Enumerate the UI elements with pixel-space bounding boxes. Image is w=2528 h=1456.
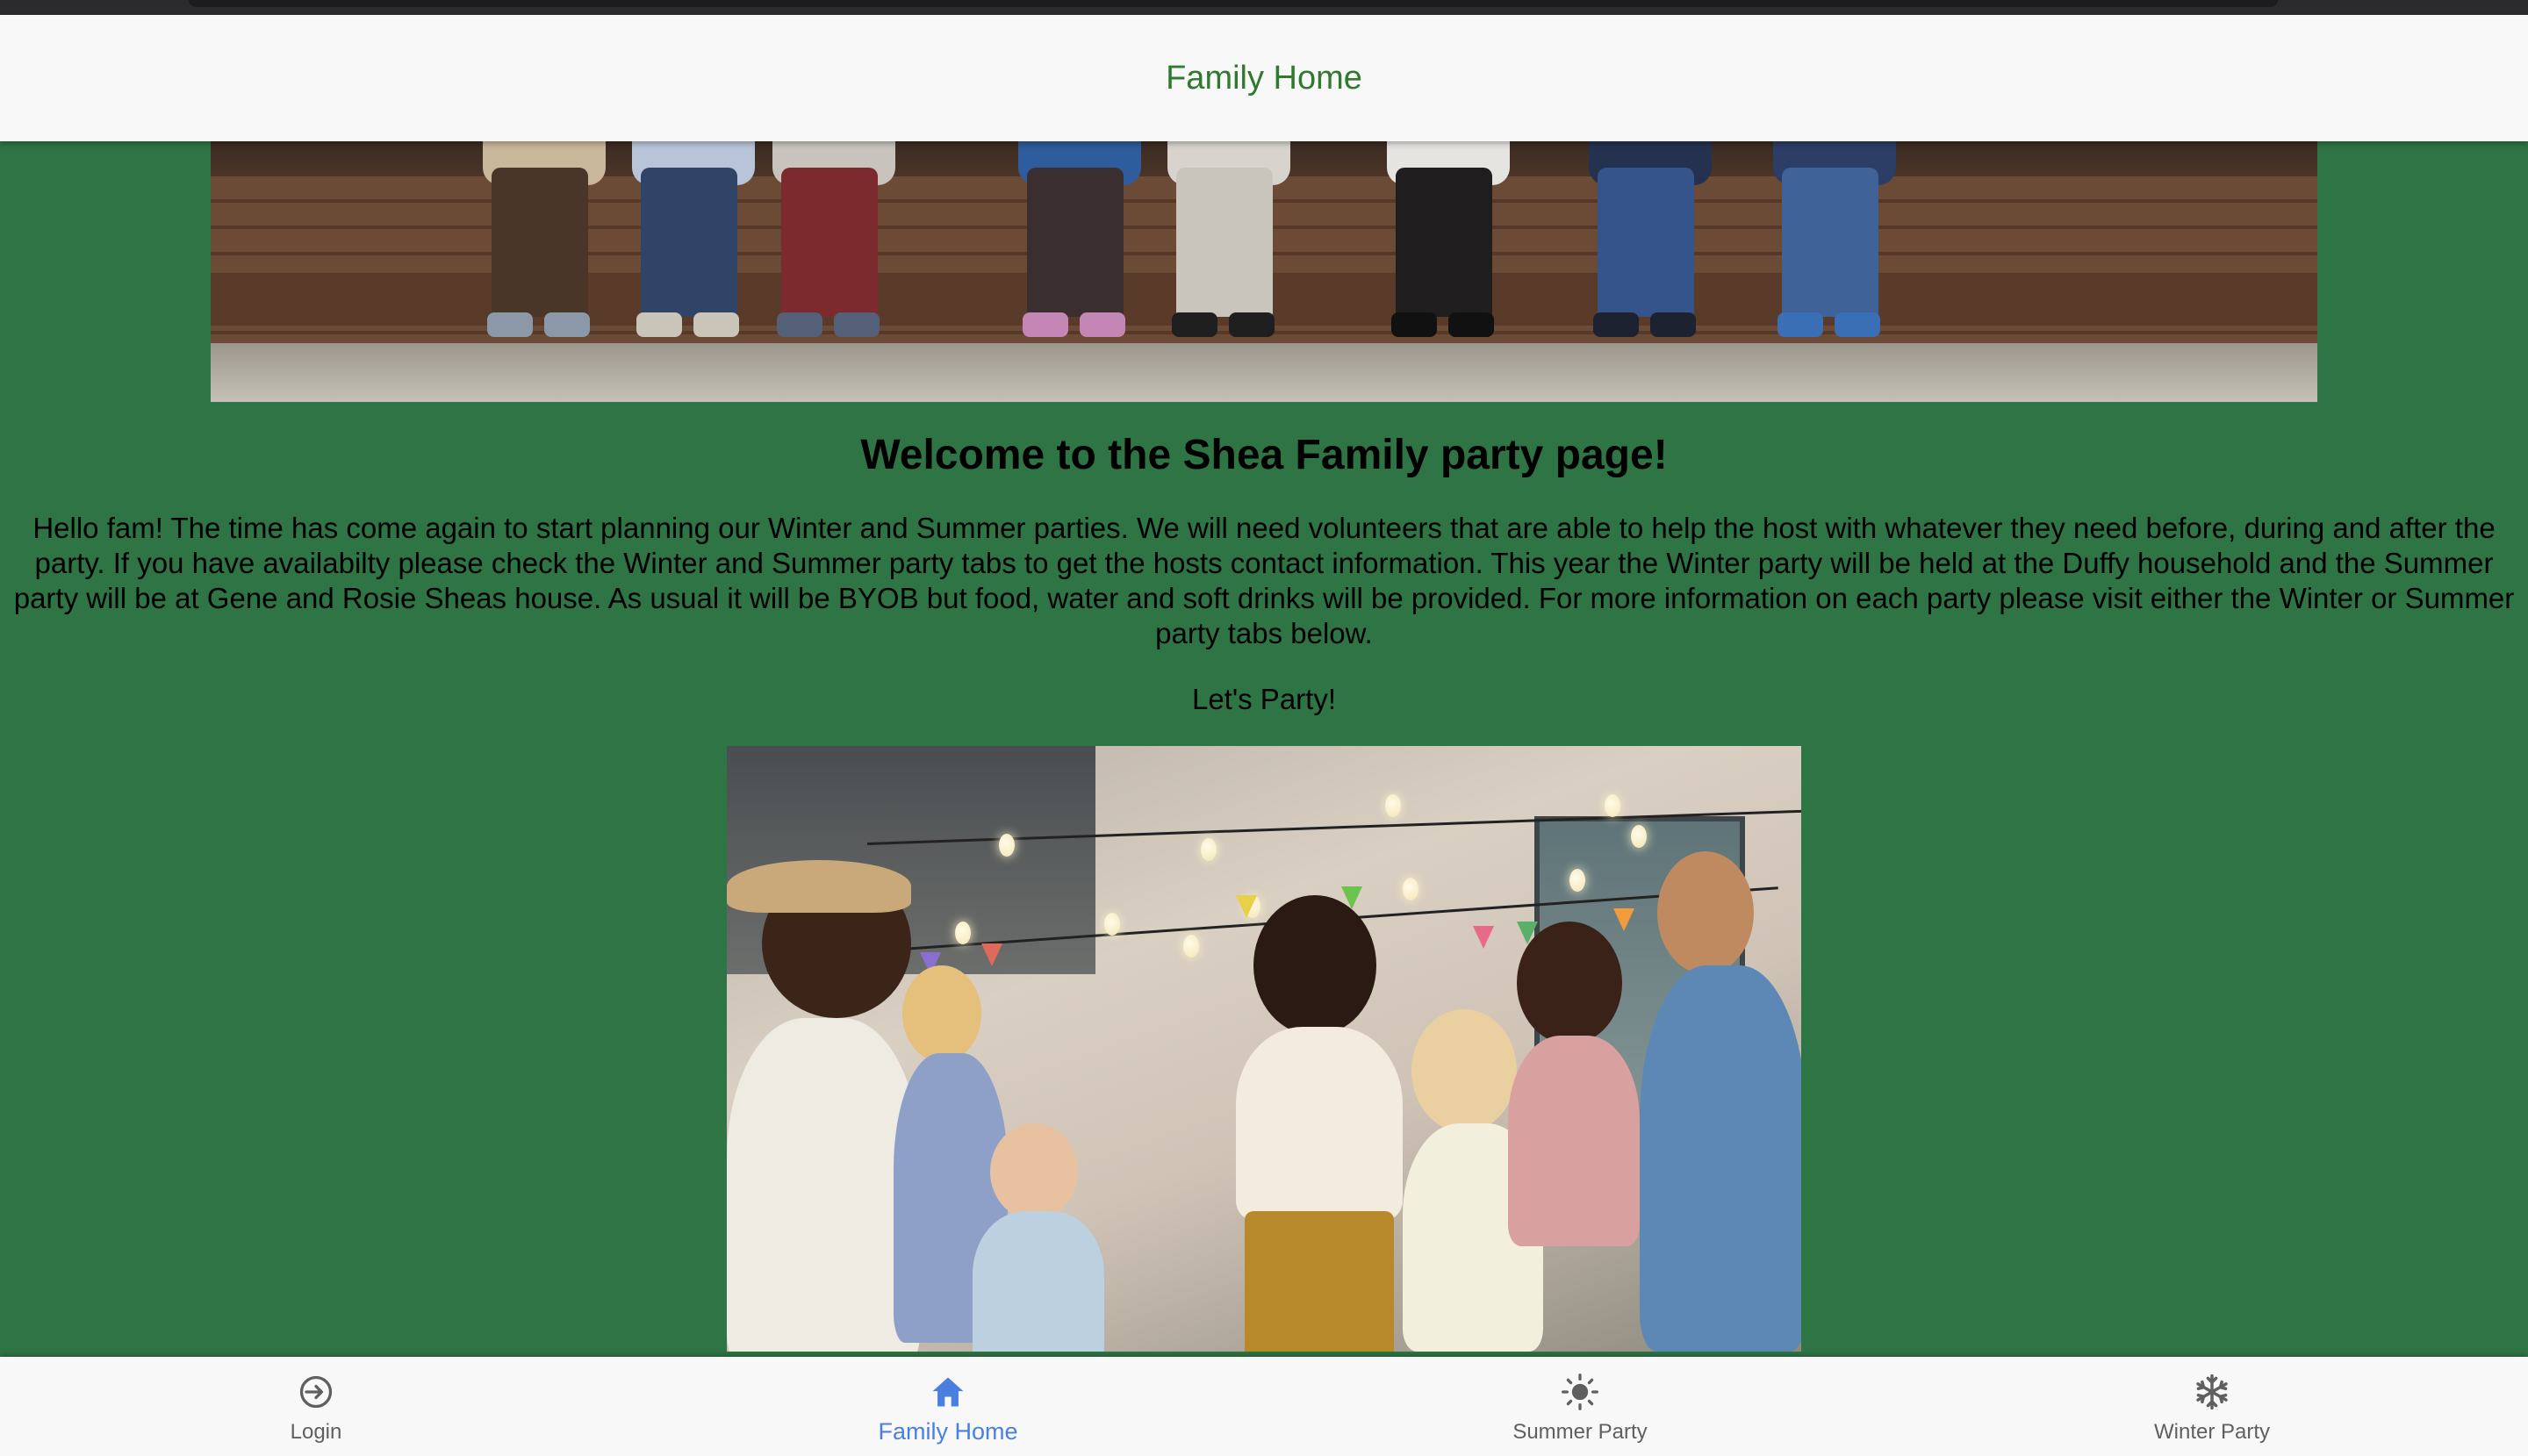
banner-kid-legs xyxy=(641,168,737,317)
login-icon xyxy=(297,1373,335,1411)
banner-kid-shoe xyxy=(487,312,533,337)
light-bulb xyxy=(1605,794,1620,817)
banner-kid-legs xyxy=(781,168,878,317)
banner-image xyxy=(211,141,2317,402)
party-person-body xyxy=(727,1018,920,1352)
snowflake-icon xyxy=(2193,1373,2231,1411)
bunting-flag xyxy=(981,943,1002,966)
party-person-hat xyxy=(727,860,911,913)
party-person-head xyxy=(1657,851,1754,974)
banner-kid-legs xyxy=(1027,168,1124,317)
banner-kid-shoe xyxy=(1835,312,1880,337)
tagline: Let's Party! xyxy=(1191,683,1337,715)
party-person-body xyxy=(1640,965,1801,1352)
banner-kid-legs xyxy=(1396,168,1492,317)
light-bulb xyxy=(999,834,1015,857)
bunting-flag xyxy=(1236,895,1257,918)
tab-winter-party[interactable]: Winter Party xyxy=(1896,1357,2528,1456)
light-bulb xyxy=(1631,825,1647,848)
banner-kid-legs xyxy=(1176,168,1273,317)
intro-paragraph: Hello fam! The time has come again to st… xyxy=(13,512,2515,649)
home-icon xyxy=(929,1373,967,1411)
party-person-hair xyxy=(1253,895,1376,1036)
banner-kid-shoe xyxy=(1229,312,1275,337)
tab-family-home[interactable]: Family Home xyxy=(632,1357,1264,1456)
party-person-body xyxy=(1508,1036,1640,1246)
sun-icon xyxy=(1561,1373,1599,1411)
banner-kid-shoe xyxy=(544,312,590,337)
party-person-body xyxy=(1236,1027,1403,1220)
banner-kid-shoe xyxy=(1593,312,1639,337)
light-bulb xyxy=(1201,838,1217,861)
tab-login-label: Login xyxy=(290,1420,342,1444)
banner-kid-shoe xyxy=(834,312,880,337)
tab-login[interactable]: Login xyxy=(0,1357,632,1456)
bunting-flag xyxy=(1473,926,1494,949)
light-bulb xyxy=(1569,869,1585,892)
banner-ground xyxy=(211,343,2317,402)
browser-top-bar xyxy=(0,0,2528,15)
party-person-shorts xyxy=(1245,1211,1394,1352)
party-person-hair xyxy=(1517,922,1622,1044)
page-title: Family Home xyxy=(1166,59,1362,97)
banner-kid-shoe xyxy=(1023,312,1068,337)
party-image xyxy=(727,746,1801,1352)
light-bulb xyxy=(955,922,971,944)
party-person-hair xyxy=(1411,1009,1517,1132)
light-bulb xyxy=(1104,913,1120,936)
light-bulb xyxy=(1385,794,1401,817)
banner-kid-legs xyxy=(1598,168,1694,317)
banner-kid-shoe xyxy=(636,312,682,337)
banner-kid-shoe xyxy=(1448,312,1494,337)
banner-kid-shoe xyxy=(1391,312,1437,337)
welcome-heading: Welcome to the Shea Family party page! xyxy=(860,432,1668,478)
party-person-head xyxy=(990,1123,1078,1220)
banner-kid-shoe xyxy=(693,312,739,337)
party-person-body xyxy=(973,1211,1104,1352)
light-bulb xyxy=(1183,935,1199,958)
party-person-hair xyxy=(902,965,981,1062)
banner-kid-shoe xyxy=(1650,312,1696,337)
bunting-flag xyxy=(1613,908,1634,931)
tab-family-home-label: Family Home xyxy=(878,1418,1018,1445)
tab-summer-party-label: Summer Party xyxy=(1512,1420,1648,1444)
banner-kid-shoe xyxy=(777,312,822,337)
banner-kid-shoe xyxy=(1778,312,1823,337)
tab-winter-party-label: Winter Party xyxy=(2153,1420,2271,1444)
bottom-tab-bar: Login Family Home Summer Party Winter Pa… xyxy=(0,1357,2528,1456)
banner-kid-legs xyxy=(1782,168,1878,317)
main-content[interactable]: Welcome to the Shea Family party page! H… xyxy=(0,141,2528,1357)
banner-kid-shoe xyxy=(1080,312,1125,337)
app-header: Family Home xyxy=(0,15,2528,141)
banner-kid-legs xyxy=(492,168,588,317)
light-bulb xyxy=(1403,878,1418,900)
banner-kid-shoe xyxy=(1172,312,1217,337)
tab-summer-party[interactable]: Summer Party xyxy=(1264,1357,1896,1456)
browser-notch xyxy=(189,0,2278,7)
